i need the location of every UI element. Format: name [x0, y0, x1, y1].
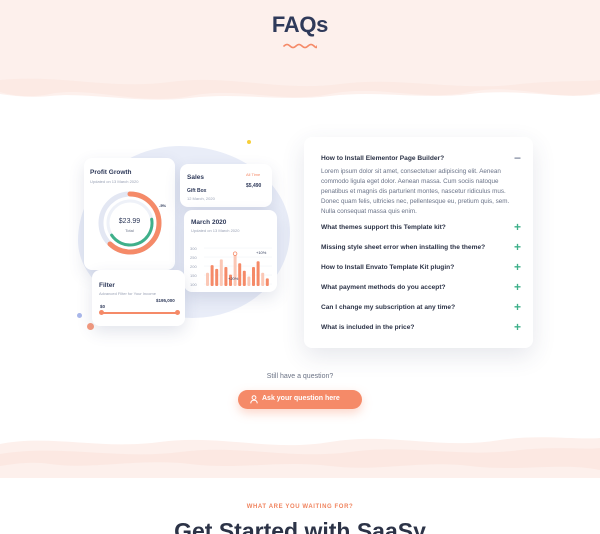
chart-bar — [242, 270, 246, 286]
chart-bar — [210, 265, 214, 286]
chart-bar — [265, 278, 269, 286]
filter-range-handle-left — [99, 310, 104, 315]
sales-item-date: 12 March, 2020 — [187, 196, 215, 201]
chart-marker — [232, 251, 238, 256]
filter-card-subtitle: Advanced Filter for Your Income — [99, 291, 156, 296]
filter-card-title: Filter — [99, 282, 115, 289]
chart-bar — [261, 272, 265, 286]
title-squiggle-underline — [283, 43, 317, 49]
sales-card-title: Sales — [187, 174, 204, 181]
filter-range-handle-right — [175, 310, 180, 315]
decor-dot-yellow — [247, 140, 251, 144]
sales-item-name: Gift Box — [187, 188, 207, 194]
still-have-question-text: Still have a question? — [266, 373, 334, 380]
faq-item[interactable]: What payment methods do you accept? + — [321, 281, 521, 296]
faq-question[interactable]: What payment methods do you accept? — [321, 284, 446, 291]
plus-icon[interactable]: + — [514, 241, 521, 253]
ask-question-button[interactable]: Ask your question here — [238, 390, 362, 409]
filter-min: $0 — [100, 304, 106, 309]
filter-range-track — [101, 312, 178, 314]
profit-center-value: $23.99 — [118, 218, 141, 225]
march-badge-mid: +20% — [228, 276, 239, 281]
faq-question[interactable]: How to Install Elementor Page Builder? — [321, 155, 444, 162]
march-card-subtitle: Updated on 13 March 2020 — [191, 228, 240, 233]
plus-icon[interactable]: + — [514, 221, 521, 233]
faq-item[interactable]: Missing style sheet error when installin… — [321, 241, 521, 256]
decor-dot-orange — [87, 323, 94, 330]
faq-question[interactable]: Can I change my subscription at any time… — [321, 304, 455, 311]
chart-bar — [206, 272, 209, 286]
chart-bar — [256, 261, 260, 286]
march-chart-card: March 2020 Updated on 13 March 2020 300 … — [184, 210, 277, 292]
filter-max: $195,000 — [156, 298, 175, 303]
chart-bar — [252, 267, 255, 286]
profit-card-subtitle: Updated on 13 March 2020 — [90, 179, 139, 184]
chart-bar — [219, 259, 223, 286]
axis-label: 200 — [190, 264, 197, 269]
user-icon — [250, 395, 258, 404]
chart-bar — [238, 263, 242, 286]
faq-item[interactable]: How to Install Envato Template Kit plugi… — [321, 261, 521, 276]
sales-card: Sales All Time Gift Box 12 March, 2020 $… — [180, 164, 272, 207]
profit-card-title: Profit Growth — [90, 169, 132, 176]
profit-badge: -5% — [159, 203, 167, 208]
axis-label: 150 — [190, 273, 197, 278]
plus-icon[interactable]: + — [514, 261, 521, 273]
next-section-title: Get Started with SaaSy — [174, 518, 426, 534]
faq-accordion: How to Install Elementor Page Builder? −… — [304, 137, 533, 348]
ask-question-button-label: Ask your question here — [262, 395, 340, 402]
faq-item[interactable]: Can I change my subscription at any time… — [321, 301, 521, 316]
axis-label: 250 — [190, 255, 197, 260]
plus-icon[interactable]: + — [514, 301, 521, 313]
march-card-title: March 2020 — [191, 219, 227, 226]
plus-icon[interactable]: + — [514, 321, 521, 333]
axis-label: 300 — [190, 246, 197, 251]
next-section-eyebrow: WHAT ARE YOU WAITING FOR? — [246, 504, 354, 510]
faq-question[interactable]: What themes support this Template kit? — [321, 224, 446, 231]
faq-question[interactable]: How to Install Envato Template Kit plugi… — [321, 264, 454, 271]
faq-answer: Lorem ipsum dolor sit amet, consectetuer… — [321, 168, 510, 215]
sales-amount: $5,490 — [246, 183, 262, 189]
section-title: FAQs — [271, 12, 329, 37]
sales-card-period: All Time — [246, 172, 261, 177]
chart-bar — [247, 276, 251, 286]
filter-card: Filter Advanced Filter for Your Income $… — [92, 270, 185, 326]
chart-bar — [224, 267, 228, 286]
chart-bar — [233, 253, 237, 286]
minus-icon[interactable]: − — [514, 152, 521, 164]
axis-label: 100 — [190, 282, 197, 287]
march-badge-top: +10% — [256, 250, 267, 255]
plus-icon[interactable]: + — [514, 281, 521, 293]
faq-item[interactable]: What is included in the price? + — [321, 321, 521, 336]
faq-question[interactable]: Missing style sheet error when installin… — [321, 244, 485, 251]
faq-item[interactable]: How to Install Elementor Page Builder? − — [321, 152, 521, 167]
faq-question[interactable]: What is included in the price? — [321, 324, 414, 331]
chart-bar — [215, 268, 219, 286]
profit-growth-card: Profit Growth Updated on 13 March 2020 $… — [84, 158, 175, 270]
faq-item[interactable]: What themes support this Template kit? + — [321, 221, 521, 236]
decor-dot-blue — [77, 313, 82, 318]
profit-center-label: Total — [125, 228, 134, 233]
